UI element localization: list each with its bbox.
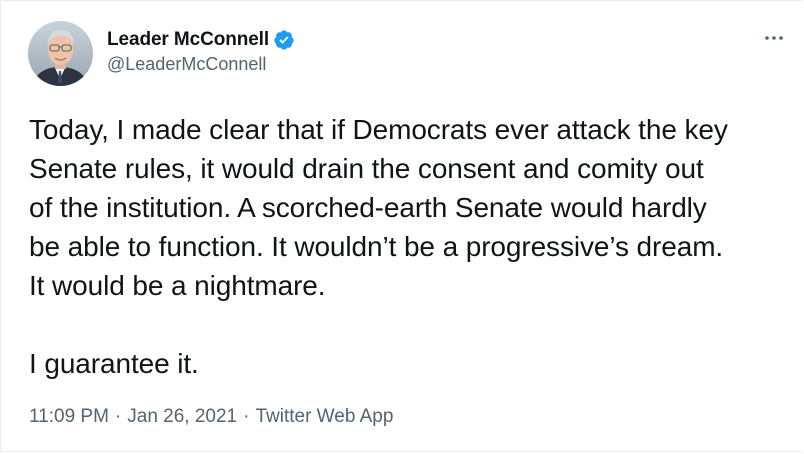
tweet-text-line: Today, I made clear that if Democrats ev… bbox=[29, 114, 728, 145]
more-options-button[interactable] bbox=[759, 28, 789, 48]
author-handle[interactable]: @LeaderMcConnell bbox=[107, 54, 266, 75]
tweet-card: Leader McConnell @LeaderMcConnell Today,… bbox=[0, 0, 802, 452]
tweet-timestamp-date[interactable]: Jan 26, 2021 bbox=[127, 406, 237, 428]
meta-separator: · bbox=[243, 406, 250, 427]
tweet-text-line: It would be a nightmare. bbox=[29, 270, 326, 301]
tweet-text-line: be able to function. It wouldn’t be a pr… bbox=[29, 231, 724, 262]
author-name-row[interactable]: Leader McConnell bbox=[107, 29, 295, 51]
tweet-metadata: 11:09 PM · Jan 26, 2021 · Twitter Web Ap… bbox=[29, 406, 393, 428]
avatar[interactable] bbox=[28, 21, 93, 86]
tweet-text: Today, I made clear that if Democrats ev… bbox=[29, 110, 794, 383]
tweet-closing-line: I guarantee it. bbox=[29, 348, 199, 379]
verified-badge-icon bbox=[274, 30, 294, 50]
tweet-timestamp-time[interactable]: 11:09 PM bbox=[29, 406, 109, 428]
meta-separator: · bbox=[114, 406, 122, 427]
tweet-source-link[interactable]: Twitter Web App bbox=[255, 406, 393, 428]
author-display-name[interactable]: Leader McConnell bbox=[107, 29, 269, 51]
profile-photo bbox=[28, 21, 93, 86]
tweet-text-line: Senate rules, it would drain the consent… bbox=[29, 153, 704, 184]
more-options-icon bbox=[765, 36, 783, 40]
tweet-text-line: of the institution. A scorched-earth Sen… bbox=[29, 192, 707, 223]
